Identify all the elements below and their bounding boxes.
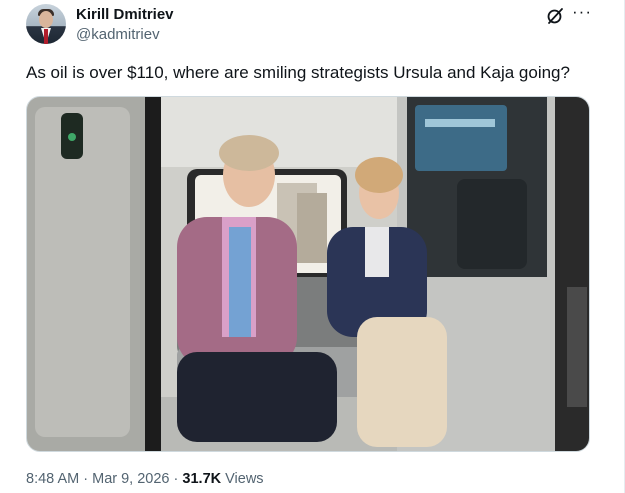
more-options-icon[interactable]: ··· [572, 3, 592, 24]
grok-icon[interactable] [546, 7, 564, 25]
views-count[interactable]: 31.7K [182, 471, 221, 487]
views-label: Views [225, 471, 264, 487]
author-avatar[interactable] [26, 4, 66, 44]
meta-separator: · [83, 471, 89, 487]
tweet-time[interactable]: 8:48 AM [26, 471, 79, 487]
tweet-date[interactable]: Mar 9, 2026 [92, 471, 169, 487]
meta-separator: · [173, 471, 179, 487]
tweet-meta: 8:48 AM · Mar 9, 2026 · 31.7K Views [26, 470, 264, 488]
tweet-photo[interactable] [26, 96, 590, 452]
tweet-text: As oil is over $110, where are smiling s… [26, 63, 570, 82]
tweet-card: Kirill Dmitriev @kadmitriev ··· As oil i… [0, 0, 625, 493]
author-display-name[interactable]: Kirill Dmitriev [76, 6, 174, 24]
avatar-tie [44, 29, 48, 44]
author-handle[interactable]: @kadmitriev [76, 26, 160, 44]
avatar-face [39, 11, 53, 28]
